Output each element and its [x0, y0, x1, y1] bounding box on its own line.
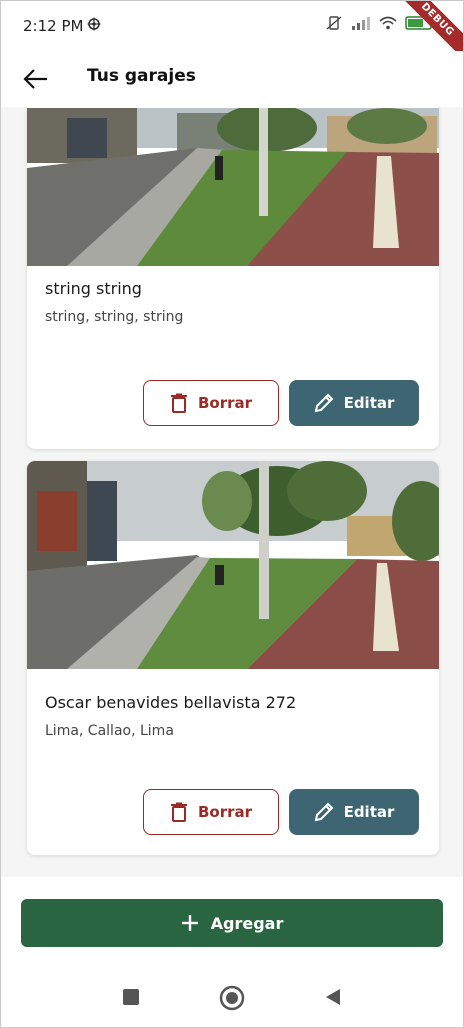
garage-title: string string	[45, 279, 142, 298]
pencil-icon	[314, 393, 333, 413]
status-icons	[325, 15, 435, 31]
status-bar: 2:12 PM DEBUG	[1, 1, 463, 69]
phone-screen: 2:12 PM DEBUG Tus garajes string string …	[0, 0, 464, 1028]
garage-card: string string string, string, string Bor…	[27, 107, 439, 449]
garage-title: Oscar benavides bellavista 272	[45, 693, 297, 712]
back-triangle-icon[interactable]	[323, 987, 343, 1007]
trash-icon	[170, 393, 187, 413]
edit-button[interactable]: Editar	[289, 380, 419, 426]
add-label: Agregar	[210, 913, 284, 933]
delete-label: Borrar	[197, 394, 253, 412]
edit-label: Editar	[343, 394, 395, 412]
garage-photo	[27, 108, 439, 266]
status-time: 2:12 PM	[23, 17, 84, 35]
page-title: Tus garajes	[87, 66, 196, 86]
garage-card: Oscar benavides bellavista 272 Lima, Cal…	[27, 461, 439, 855]
recents-square-icon[interactable]	[121, 987, 141, 1007]
trash-icon	[170, 802, 187, 822]
garage-location: string, string, string	[45, 309, 184, 325]
delete-button[interactable]: Borrar	[143, 380, 279, 426]
wifi-icon	[379, 16, 397, 30]
app-bar: Tus garajes	[1, 51, 463, 107]
add-garage-button[interactable]: Agregar	[21, 899, 443, 947]
signal-icon	[352, 17, 370, 30]
garage-photo	[27, 461, 439, 669]
pencil-icon	[314, 802, 333, 822]
edit-label: Editar	[343, 803, 395, 821]
system-nav-bar	[1, 973, 463, 1027]
garage-list[interactable]: string string string, string, string Bor…	[1, 107, 463, 877]
edit-button[interactable]: Editar	[289, 789, 419, 835]
delete-button[interactable]: Borrar	[143, 789, 279, 835]
footer: Agregar	[1, 877, 463, 973]
delete-label: Borrar	[197, 803, 253, 821]
arrow-left-icon[interactable]	[21, 64, 51, 94]
vibrate-mute-icon	[326, 16, 342, 30]
plus-icon	[181, 915, 198, 931]
garage-location: Lima, Callao, Lima	[45, 723, 174, 739]
home-circle-icon[interactable]	[219, 985, 245, 1011]
settings-gear-icon	[87, 17, 101, 31]
